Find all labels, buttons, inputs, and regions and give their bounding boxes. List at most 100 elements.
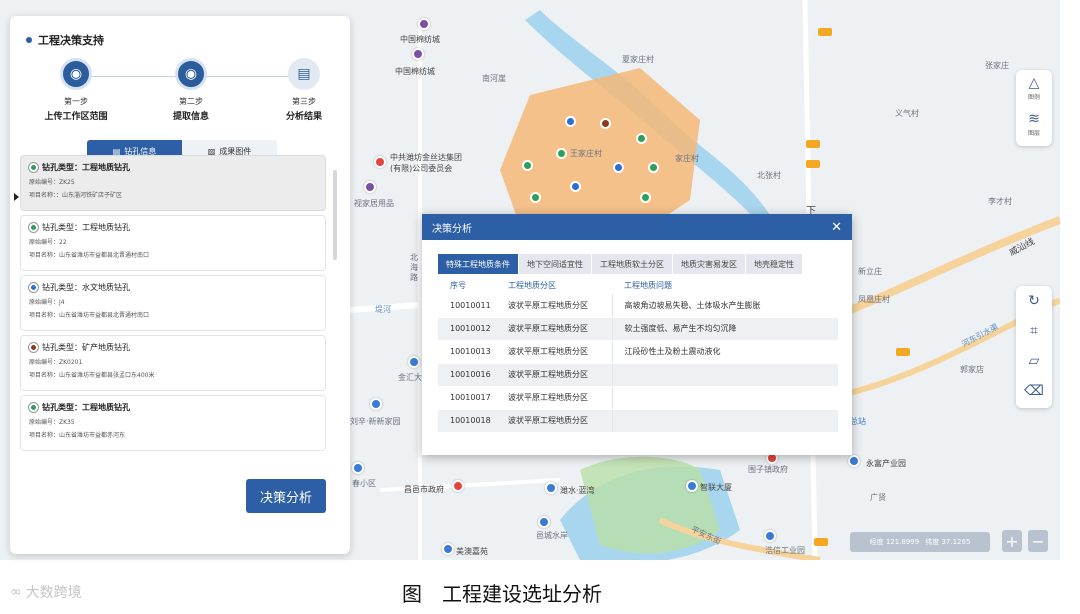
map-label: 北张村 — [757, 171, 781, 180]
list-item[interactable]: 钻孔类型：工程地质钻孔 原始编号：ZK35 项目名称：山东省潍坊市益都赤河东 — [20, 395, 326, 451]
step-number: 第一步 — [64, 97, 88, 106]
list-scrollbar[interactable] — [333, 170, 337, 260]
map-label: 浩信工业园 — [765, 546, 805, 555]
poi-marker[interactable] — [408, 356, 420, 368]
map-label: 永富产业园 — [866, 459, 906, 468]
cell-id: 10010017 — [438, 386, 496, 410]
tab-crust-stability[interactable]: 地壳稳定性 — [746, 254, 802, 274]
legend-button[interactable]: △ 图例 — [1016, 70, 1052, 106]
figure-caption: 图 工程建设选址分析 — [402, 582, 602, 606]
table-row[interactable]: 10010011 波状平原工程地质分区 高坡角边坡易失稳、土体吸水产生膨胀 — [438, 294, 838, 318]
map-label: 智联大厦 — [700, 483, 732, 492]
tab-underground-space[interactable]: 地下空间适宜性 — [519, 254, 591, 274]
poi-marker[interactable] — [848, 455, 860, 467]
poi-marker[interactable] — [538, 516, 550, 528]
map-label: 张家庄 — [985, 61, 1009, 70]
crop-button[interactable]: ⌗ — [1016, 316, 1052, 346]
highway-badge — [806, 140, 820, 148]
borehole-type: 钻孔类型：水文地质钻孔 — [42, 283, 130, 292]
poi-marker[interactable] — [364, 181, 376, 193]
layers-label: 图层 — [1027, 130, 1040, 137]
borehole-type: 钻孔类型：工程地质钻孔 — [42, 403, 130, 412]
poi-marker[interactable] — [374, 156, 386, 168]
borehole-marker[interactable] — [530, 192, 541, 203]
map-label: 视家居用品 — [354, 199, 394, 208]
cell-zone: 波状平原工程地质分区 — [496, 340, 612, 364]
table-row[interactable]: 10010012 波状平原工程地质分区 软土强度低、易产生不均匀沉降 — [438, 317, 838, 341]
borehole-type: 钻孔类型：工程地质钻孔 — [42, 223, 130, 232]
table-row[interactable]: 10010013 波状平原工程地质分区 江段砂性土及粉土震动液化 — [438, 340, 838, 364]
list-item[interactable]: 钻孔类型：矿产地质钻孔 原始编号：ZK0201 项目名称：山东省潍坊市益都县张孟… — [20, 335, 326, 391]
borehole-marker[interactable] — [613, 162, 624, 173]
highway-badge — [818, 28, 832, 36]
poi-marker[interactable] — [412, 48, 424, 60]
borehole-code: 原始编号：ZK25 — [29, 179, 75, 186]
decision-analysis-dialog: 决策分析 ✕ 特殊工程地质条件 地下空间适宜性 工程地质软土分区 地质灾害易发区… — [422, 214, 852, 455]
zoom-out-button[interactable]: − — [1028, 530, 1048, 552]
step-label: 分析结果 — [285, 112, 322, 122]
poi-marker[interactable] — [452, 480, 464, 492]
map-label: 夏家庄村 — [622, 55, 654, 64]
borehole-marker[interactable] — [600, 118, 611, 129]
tab-special-conditions[interactable]: 特殊工程地质条件 — [438, 254, 518, 274]
poi-marker[interactable] — [442, 543, 454, 555]
poi-marker[interactable] — [370, 398, 382, 410]
map-label: 中国棉纺城 — [395, 67, 435, 76]
cell-issue: 高坡角边坡易失稳、土体吸水产生膨胀 — [611, 294, 838, 318]
watermark-logo-icon: ∞ — [10, 584, 22, 600]
cell-zone: 波状平原工程地质分区 — [496, 317, 612, 341]
cell-zone: 波状平原工程地质分区 — [496, 409, 612, 433]
borehole-marker[interactable] — [570, 181, 581, 192]
highway-badge — [814, 538, 828, 546]
dialog-tabs: 特殊工程地质条件 地下空间适宜性 工程地质软土分区 地质灾害易发区 地壳稳定性 — [438, 254, 803, 274]
borehole-marker[interactable] — [556, 148, 567, 159]
step-upload[interactable]: ◉ 第一步 上传工作区范围 — [26, 58, 126, 122]
column-header: 工程地质分区 — [496, 276, 612, 294]
list-item[interactable]: 钻孔类型：工程地质钻孔 原始编号：ZK25 项目名称：：山东淄河铁矿店子矿区 — [20, 155, 326, 211]
borehole-code: 原始编号：ZK35 — [29, 419, 75, 426]
borehole-marker[interactable] — [640, 192, 651, 203]
borehole-type: 钻孔类型：工程地质钻孔 — [42, 163, 130, 172]
highway-badge — [896, 348, 910, 356]
borehole-marker[interactable] — [648, 162, 659, 173]
poi-marker[interactable] — [764, 530, 776, 542]
step-extract[interactable]: ◉ 第二步 提取信息 — [141, 58, 241, 122]
polygon-button[interactable]: ▱ — [1016, 346, 1052, 376]
poi-marker[interactable] — [352, 462, 364, 474]
results-step-icon: ▤ — [288, 58, 320, 90]
map-label: (有限)公司委员会 — [390, 164, 453, 173]
list-item[interactable]: 钻孔类型：工程地质钻孔 原始编号：22 项目名称：山东省潍坊市益都县北晋通村南口 — [20, 215, 326, 271]
step-number: 第三步 — [292, 97, 316, 106]
tab-geohazard[interactable]: 地质灾害易发区 — [673, 254, 745, 274]
map-label: 邑城水岸 — [536, 531, 568, 540]
watermark-text: 大数跨境 — [25, 585, 82, 601]
borehole-marker[interactable] — [636, 133, 647, 144]
eraser-button[interactable]: ⌫ — [1016, 376, 1052, 406]
reset-button[interactable]: ↻ — [1016, 286, 1052, 316]
reset-icon: ↻ — [1028, 293, 1040, 309]
map-label: 美澳嘉苑 — [456, 547, 488, 556]
step-results[interactable]: ▤ 第三步 分析结果 — [254, 58, 354, 122]
layers-button[interactable]: ≋ 图层 — [1016, 106, 1052, 142]
map-label: 南河崖 — [482, 74, 506, 83]
shape-icon: △ — [1028, 75, 1040, 91]
upload-step-icon: ◉ — [60, 58, 92, 90]
poi-marker[interactable] — [686, 480, 698, 492]
poi-marker[interactable] — [545, 482, 557, 494]
close-icon[interactable]: ✕ — [831, 220, 842, 235]
borehole-marker[interactable] — [522, 160, 533, 171]
panel-title-text: 工程决策支持 — [38, 34, 104, 47]
poi-marker[interactable] — [418, 18, 430, 30]
table-row[interactable]: 10010016 波状平原工程地质分区 — [438, 363, 838, 387]
table-row[interactable]: 10010018 波状平原工程地质分区 — [438, 409, 838, 433]
cell-id: 10010013 — [438, 340, 496, 364]
decision-analysis-button[interactable]: 决策分析 — [246, 479, 326, 513]
table-row[interactable]: 10010017 波状平原工程地质分区 — [438, 386, 838, 410]
map-label: 路 — [410, 273, 418, 282]
tab-soft-soil[interactable]: 工程地质软土分区 — [592, 254, 672, 274]
map-label: 金汇大 — [398, 373, 422, 382]
dialog-header: 决策分析 ✕ — [422, 214, 852, 240]
list-item[interactable]: 钻孔类型：水文地质钻孔 原始编号：J4 项目名称：山东省潍坊市益都县北晋通村南口 — [20, 275, 326, 331]
zoom-in-button[interactable]: + — [1002, 530, 1022, 552]
borehole-marker[interactable] — [565, 116, 576, 127]
